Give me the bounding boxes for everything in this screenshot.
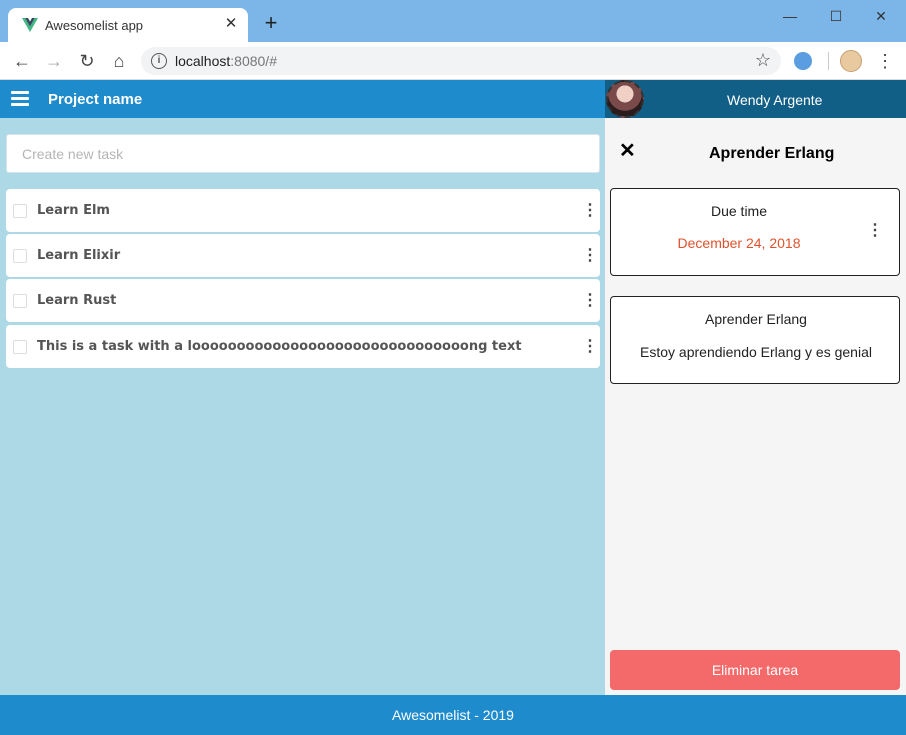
task-label: Learn Rust bbox=[37, 293, 117, 308]
task-checkbox[interactable] bbox=[13, 249, 27, 263]
description-text[interactable]: Estoy aprendiendo Erlang y es genial bbox=[611, 344, 901, 360]
due-date[interactable]: December 24, 2018 bbox=[611, 235, 867, 251]
due-time-card: Due time December 24, 2018 ⋮ bbox=[610, 188, 900, 276]
forward-icon[interactable]: → bbox=[43, 50, 65, 72]
vue-logo-icon bbox=[22, 18, 38, 32]
user-name: Wendy Argente bbox=[727, 92, 823, 108]
task-more-icon[interactable]: ⋮ bbox=[582, 337, 598, 357]
task-checkbox[interactable] bbox=[13, 340, 27, 354]
toolbar-divider bbox=[828, 52, 829, 70]
task-checkbox[interactable] bbox=[13, 294, 27, 308]
avatar[interactable] bbox=[606, 80, 644, 118]
app: Project name Learn Elm ⋮ Learn Elixir ⋮ … bbox=[0, 80, 906, 735]
task-checkbox[interactable] bbox=[13, 204, 27, 218]
window-close-icon[interactable]: ✕ bbox=[868, 6, 894, 26]
hamburger-menu-icon[interactable] bbox=[11, 91, 29, 106]
home-icon[interactable]: ⌂ bbox=[108, 50, 130, 72]
new-tab-button[interactable]: + bbox=[260, 12, 282, 36]
url-host: localhost bbox=[175, 53, 231, 69]
description-title[interactable]: Aprender Erlang bbox=[611, 311, 901, 327]
app-bar: Project name bbox=[0, 80, 605, 118]
extension-icon[interactable] bbox=[794, 52, 812, 70]
footer: Awesomelist - 2019 bbox=[0, 695, 906, 735]
task-item[interactable]: Learn Rust ⋮ bbox=[6, 279, 600, 322]
task-detail-title: Aprender Erlang bbox=[709, 145, 835, 162]
user-header: Wendy Argente bbox=[605, 80, 906, 118]
task-more-icon[interactable]: ⋮ bbox=[582, 291, 598, 311]
task-list-panel: Project name Learn Elm ⋮ Learn Elixir ⋮ … bbox=[0, 80, 605, 695]
browser-toolbar: ← → ↻ ⌂ i localhost:8080/# ☆ ⋮ bbox=[0, 42, 906, 80]
due-time-label: Due time bbox=[710, 203, 768, 219]
minimize-icon[interactable]: — bbox=[777, 6, 803, 26]
reload-icon[interactable]: ↻ bbox=[76, 50, 98, 72]
project-name: Project name bbox=[48, 91, 143, 108]
address-bar[interactable]: i localhost:8080/# ☆ bbox=[141, 47, 781, 75]
close-icon[interactable]: ✕ bbox=[619, 141, 636, 161]
description-card: Aprender Erlang Estoy aprendiendo Erlang… bbox=[610, 296, 900, 384]
task-label: Learn Elm bbox=[37, 203, 110, 218]
maximize-icon[interactable]: ☐ bbox=[823, 6, 849, 26]
task-item[interactable]: Learn Elixir ⋮ bbox=[6, 234, 600, 277]
task-label: Learn Elixir bbox=[37, 248, 121, 263]
back-icon[interactable]: ← bbox=[11, 50, 33, 72]
tab-close-icon[interactable]: ✕ bbox=[222, 15, 240, 33]
site-info-icon[interactable]: i bbox=[151, 53, 167, 69]
browser-titlebar: Awesomelist app ✕ + — ☐ ✕ bbox=[0, 0, 906, 42]
task-more-icon[interactable]: ⋮ bbox=[582, 201, 598, 221]
url-path: :8080/# bbox=[230, 53, 277, 69]
profile-icon[interactable] bbox=[840, 50, 862, 72]
browser-menu-icon[interactable]: ⋮ bbox=[876, 50, 894, 72]
tab-title: Awesomelist app bbox=[45, 18, 144, 33]
task-item[interactable]: Learn Elm ⋮ bbox=[6, 189, 600, 232]
new-task-input[interactable] bbox=[6, 134, 600, 173]
task-detail-sidebar: Wendy Argente ✕ Aprender Erlang Due time… bbox=[605, 80, 906, 695]
task-more-icon[interactable]: ⋮ bbox=[582, 246, 598, 266]
task-label: This is a task with a looooooooooooooooo… bbox=[37, 339, 522, 354]
browser-tab[interactable]: Awesomelist app ✕ bbox=[8, 8, 248, 42]
delete-task-button[interactable]: Eliminar tarea bbox=[610, 650, 900, 690]
bookmark-star-icon[interactable]: ☆ bbox=[755, 50, 771, 71]
due-more-icon[interactable]: ⋮ bbox=[867, 221, 883, 241]
task-item[interactable]: This is a task with a looooooooooooooooo… bbox=[6, 325, 600, 368]
url-text: localhost:8080/# bbox=[175, 53, 277, 69]
